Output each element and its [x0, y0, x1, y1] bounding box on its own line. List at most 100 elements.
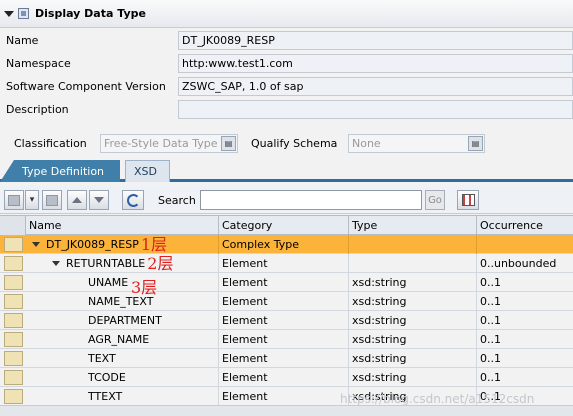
name-field[interactable]: DT_JK0089_RESP [178, 30, 573, 50]
search-input[interactable] [200, 190, 422, 210]
row-name: DT_JK0089_RESP [46, 238, 139, 251]
namespace-label: Namespace [6, 56, 71, 70]
qualify-schema-dropdown[interactable]: None ▤ [348, 134, 485, 153]
tab-xsd[interactable]: XSD [125, 160, 170, 182]
description-label: Description [6, 102, 69, 116]
level-annotation: 2层 [147, 253, 174, 273]
cell-category: Element [219, 387, 349, 406]
level-annotation: 1层 [140, 234, 168, 254]
classification-dropdown[interactable]: Free-Style Data Type ▤ [100, 134, 238, 153]
cell-type [349, 235, 477, 254]
arrow-up-icon [72, 197, 82, 203]
go-button[interactable]: Go [425, 190, 445, 210]
cell-type: xsd:string [349, 330, 477, 349]
name-label: Name [6, 33, 39, 47]
cell-category: Element [219, 330, 349, 349]
row-name: RETURNTABLE [66, 257, 146, 270]
row-selector[interactable] [4, 351, 23, 366]
description-row: Description [0, 98, 573, 120]
cell-type: xsd:string [349, 368, 477, 387]
refresh-button[interactable] [122, 190, 144, 210]
row-selector[interactable] [4, 275, 23, 290]
description-field[interactable] [178, 99, 573, 119]
cell-type: xsd:string [349, 311, 477, 330]
grid-toolbar: ▾ Search Go [0, 186, 573, 214]
level-3-annotation: 3层 [131, 278, 158, 297]
cell-type [349, 254, 477, 273]
cell-name: DT_JK0089_RESP 1层 [26, 235, 219, 254]
row-selector[interactable] [4, 294, 23, 309]
panel-header[interactable]: Display Data Type [0, 0, 573, 28]
cell-name: UNAME [26, 273, 219, 292]
swcv-field[interactable]: ZSWC_SAP, 1.0 of sap [178, 76, 573, 96]
select-all-corner[interactable] [0, 216, 26, 235]
expand-icon[interactable] [52, 261, 60, 266]
cell-occurrence: 0..1 [480, 276, 501, 289]
table-row[interactable]: RETURNTABLE 2层 Element 0..unbounded [0, 254, 573, 273]
table-row[interactable]: AGR_NAME Element xsd:string 0..1 [0, 330, 573, 349]
insert-menu-button[interactable]: ▾ [25, 190, 39, 210]
classification-row: Classification Free-Style Data Type ▤ Qu… [0, 133, 573, 155]
cell-category: Element [219, 292, 349, 311]
cell-name: AGR_NAME [26, 330, 219, 349]
cell-occurrence: 0..1 [480, 314, 501, 327]
data-type-icon [18, 8, 29, 19]
qualify-schema-label: Qualify Schema [251, 137, 338, 150]
cell-category: Element [219, 349, 349, 368]
classification-label: Classification [14, 137, 87, 150]
column-header-occurrence[interactable]: Occurrence [477, 216, 573, 235]
row-selector[interactable] [4, 389, 23, 404]
table-row[interactable]: DEPARTMENT Element xsd:string 0..1 [0, 311, 573, 330]
swcv-label: Software Component Version [6, 79, 166, 93]
namespace-row: Namespace http:www.test1.com [0, 52, 573, 74]
move-up-button[interactable] [67, 190, 87, 210]
table-row[interactable]: DT_JK0089_RESP 1层 Complex Type [0, 235, 573, 254]
cell-occurrence: 0..1 [480, 333, 501, 346]
cell-occurrence: 0..1 [480, 352, 501, 365]
cell-type: xsd:string [349, 292, 477, 311]
classification-value: Free-Style Data Type [104, 137, 218, 150]
cell-name: TCODE [26, 368, 219, 387]
table-row[interactable]: UNAME Element xsd:string 0..1 [0, 273, 573, 292]
tab-strip: Type Definition XSD [0, 160, 573, 182]
delete-icon [46, 194, 58, 206]
watermark: https://blog.csdn.net/a1512csdn [340, 392, 535, 406]
cell-occurrence [477, 235, 573, 254]
column-header-category[interactable]: Category [219, 216, 349, 235]
expand-icon[interactable] [32, 242, 40, 247]
cell-category: Complex Type [219, 235, 349, 254]
tab-type-definition[interactable]: Type Definition [0, 160, 120, 182]
cell-category: Element [219, 273, 349, 292]
move-down-button[interactable] [89, 190, 109, 210]
bottom-scrollbar[interactable] [0, 405, 573, 416]
cell-type: xsd:string [349, 349, 477, 368]
table-row[interactable]: TEXT Element xsd:string 0..1 [0, 349, 573, 368]
cell-type: xsd:string [349, 273, 477, 292]
dropdown-icon[interactable]: ▤ [221, 136, 236, 151]
cell-category: Element [219, 311, 349, 330]
table-settings-icon [461, 194, 475, 206]
row-selector[interactable] [4, 237, 23, 252]
name-row: Name DT_JK0089_RESP [0, 29, 573, 51]
delete-row-button[interactable] [42, 190, 62, 210]
swcv-row: Software Component Version ZSWC_SAP, 1.0… [0, 75, 573, 97]
row-selector[interactable] [4, 332, 23, 347]
cell-category: Element [219, 254, 349, 273]
column-header-name[interactable]: Name [26, 216, 219, 235]
refresh-icon [126, 193, 140, 207]
namespace-field[interactable]: http:www.test1.com [178, 53, 573, 73]
table-settings-button[interactable] [457, 190, 479, 210]
collapse-triangle-icon[interactable] [4, 10, 14, 17]
row-selector[interactable] [4, 370, 23, 385]
insert-row-button[interactable] [4, 190, 24, 210]
cell-occurrence: 0..1 [480, 295, 501, 308]
column-header-type[interactable]: Type [349, 216, 477, 235]
row-selector[interactable] [4, 313, 23, 328]
cell-occurrence: 0..unbounded [480, 257, 557, 270]
table-row[interactable]: NAME_TEXT Element xsd:string 0..1 [0, 292, 573, 311]
table-row[interactable]: TCODE Element xsd:string 0..1 [0, 368, 573, 387]
cell-name: NAME_TEXT [26, 292, 219, 311]
table-header: Name Category Type Occurrence [0, 215, 573, 235]
dropdown-icon[interactable]: ▤ [468, 136, 483, 151]
row-selector[interactable] [4, 256, 23, 271]
